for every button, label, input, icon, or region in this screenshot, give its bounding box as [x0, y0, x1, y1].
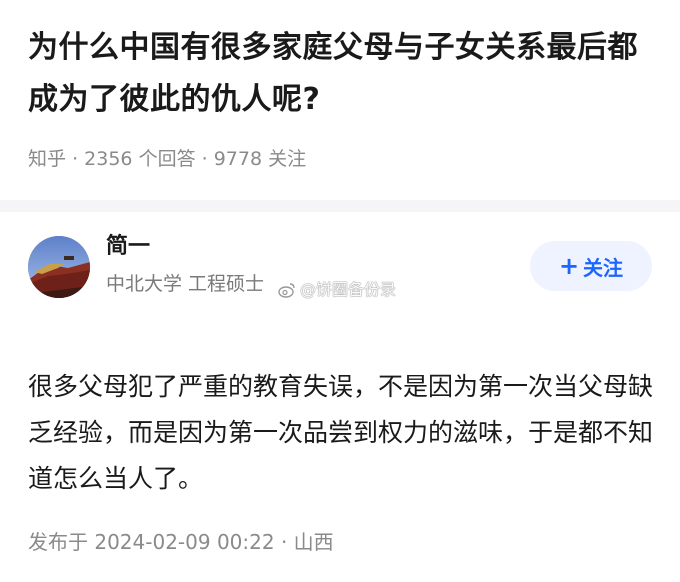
question-meta: 知乎 · 2356 个回答 · 9778 关注: [28, 144, 306, 174]
author-headline: 中北大学 工程硕士: [106, 273, 265, 295]
follow-button[interactable]: + 关注: [530, 241, 652, 291]
follower-count: 9778: [213, 148, 263, 170]
publish-info: 发布于 2024-02-09 00:22 · 山西: [28, 530, 334, 554]
meta-separator: ·: [72, 148, 79, 170]
answer-author-header: 简一 中北大学 工程硕士 @饼圈备份录 + 关注: [0, 212, 680, 322]
site-name[interactable]: 知乎: [28, 148, 66, 170]
answer-count: 2356: [84, 148, 133, 170]
author-name[interactable]: 简一: [106, 232, 150, 262]
question-card: 为什么中国有很多家庭父母与子女关系最后都成为了彼此的仇人呢? 知乎 · 2356…: [0, 0, 680, 200]
question-title[interactable]: 为什么中国有很多家庭父母与子女关系最后都成为了彼此的仇人呢?: [28, 22, 658, 126]
section-divider: [0, 200, 680, 212]
plus-icon: +: [558, 252, 580, 280]
answer-content[interactable]: 很多父母犯了严重的教育失误，不是因为第一次当父母缺乏经验，而是因为第一次品尝到权…: [28, 364, 658, 502]
weibo-icon: [278, 283, 295, 298]
meta-separator: ·: [201, 148, 208, 170]
follow-button-label: 关注: [583, 255, 624, 280]
avatar[interactable]: [28, 236, 90, 298]
avatar-image: [28, 236, 90, 298]
watermark-text: @饼圈备份录: [300, 280, 397, 299]
watermark: @饼圈备份录: [278, 279, 396, 301]
answer-count-label: 个回答: [138, 148, 196, 170]
follower-count-label: 关注: [268, 148, 307, 170]
